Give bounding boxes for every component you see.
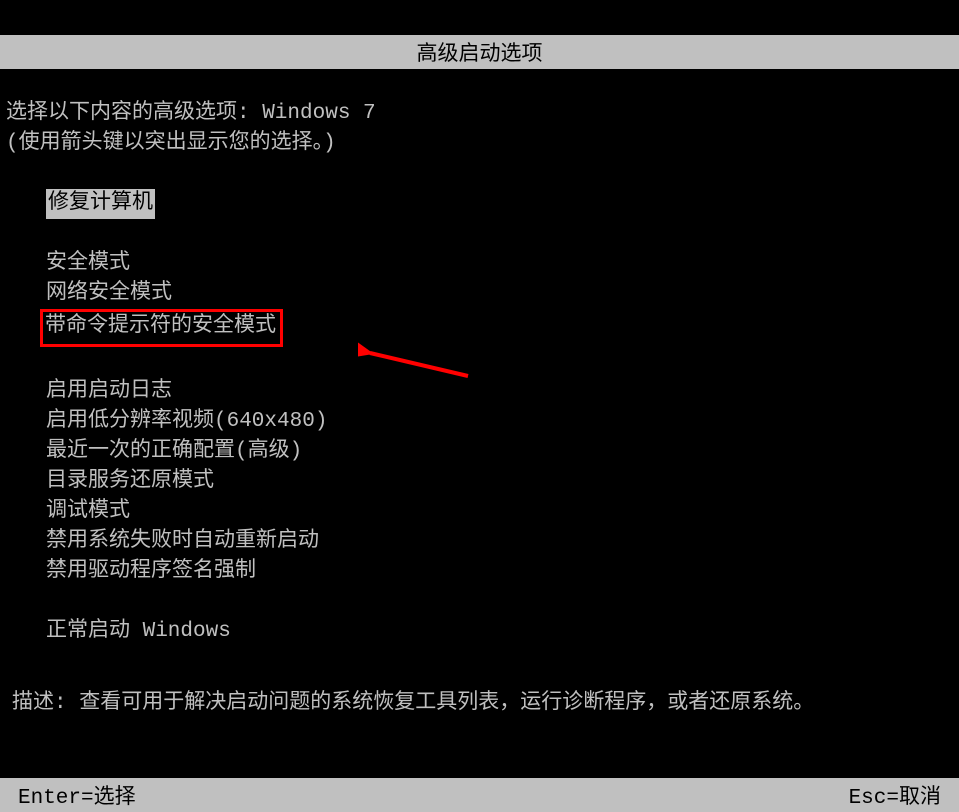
option-repair-computer[interactable]: 修复计算机 [46,189,155,219]
option-low-res-video[interactable]: 启用低分辨率视频(640x480) [46,407,327,437]
option-start-windows-normally[interactable]: 正常启动 Windows [46,617,231,647]
option-debug-mode[interactable]: 调试模式 [46,497,130,527]
footer-esc-hint: Esc=取消 [849,780,941,810]
option-safe-mode-cmd[interactable]: 带命令提示符的安全模式 [45,312,276,342]
page-title: 高级启动选项 [417,44,543,67]
footer-enter-hint: Enter=选择 [18,780,136,810]
option-last-known-good[interactable]: 最近一次的正确配置(高级) [46,437,302,467]
option-safe-mode[interactable]: 安全模式 [46,249,130,279]
boot-options-menu[interactable]: 修复计算机 安全模式 网络安全模式 带命令提示符的安全模式 启用启动日志 启用低… [6,189,953,647]
instruction-line-1: 选择以下内容的高级选项: Windows 7 [6,99,953,129]
option-enable-boot-log[interactable]: 启用启动日志 [46,377,172,407]
option-disable-driver-sig[interactable]: 禁用驱动程序签名强制 [46,557,256,587]
annotation-highlight-box: 带命令提示符的安全模式 [40,309,283,347]
option-directory-services-restore[interactable]: 目录服务还原模式 [46,467,214,497]
footer-bar: Enter=选择 Esc=取消 [0,778,959,812]
option-safe-mode-networking[interactable]: 网络安全模式 [46,279,172,309]
title-bar: 高级启动选项 [0,35,959,69]
content-area: 选择以下内容的高级选项: Windows 7 (使用箭头键以突出显示您的选择。)… [0,69,959,719]
option-disable-auto-restart[interactable]: 禁用系统失败时自动重新启动 [46,527,319,557]
instruction-line-2: (使用箭头键以突出显示您的选择。) [6,129,953,159]
description-label: 描述: [12,692,67,715]
description-text: 查看可用于解决启动问题的系统恢复工具列表，运行诊断程序，或者还原系统。 [79,692,814,715]
description-area: 描述: 查看可用于解决启动问题的系统恢复工具列表，运行诊断程序，或者还原系统。 [6,689,953,719]
